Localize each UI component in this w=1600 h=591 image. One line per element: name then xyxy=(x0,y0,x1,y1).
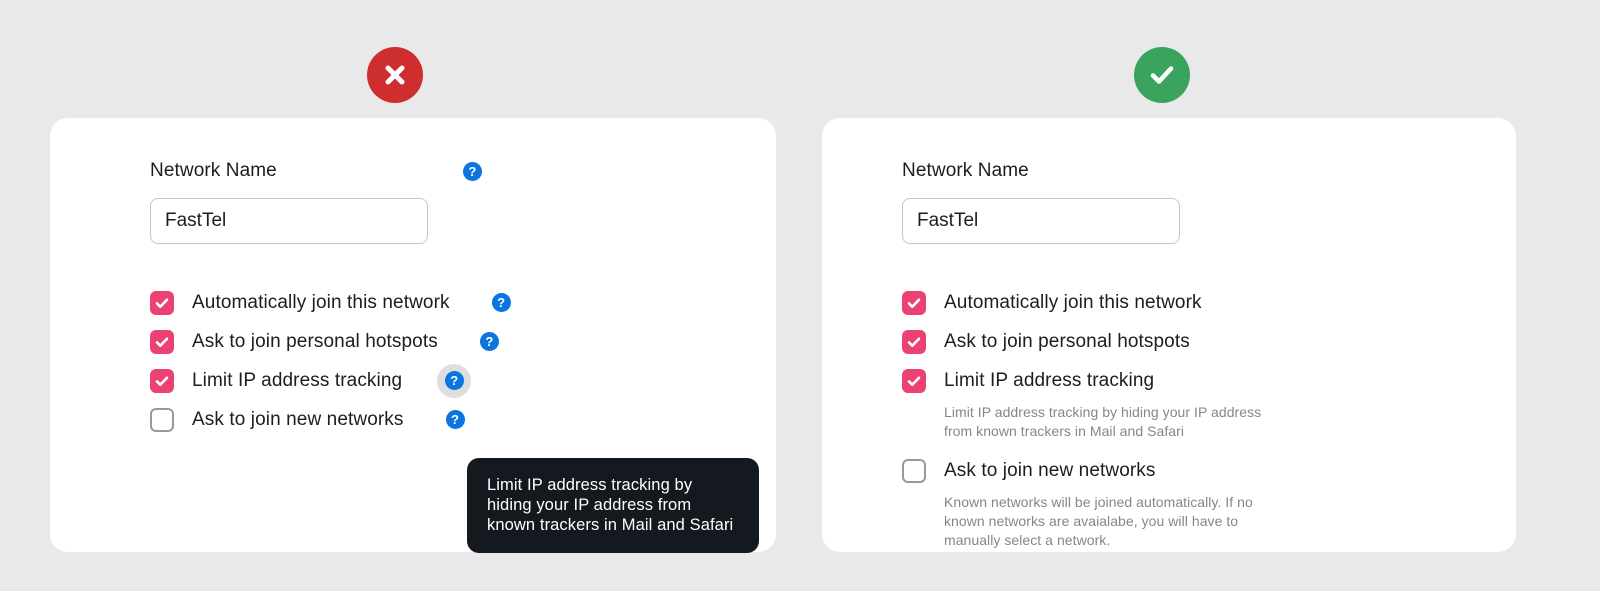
checkbox-auto-join[interactable] xyxy=(902,290,926,315)
checkbox-row-new-networks[interactable]: Ask to join new networks ? xyxy=(150,400,776,439)
bad-example-card: Network Name ? FastTel Automatically joi… xyxy=(50,118,776,553)
checkbox-label: Automatically join this network xyxy=(192,291,450,313)
question-mark-icon[interactable]: ? xyxy=(444,371,464,390)
check-circle-icon xyxy=(1134,47,1190,103)
question-mark-icon[interactable]: ? xyxy=(445,410,465,429)
checkbox-label: Ask to join new networks xyxy=(192,408,404,430)
network-name-label: Network Name xyxy=(150,160,277,181)
network-name-input[interactable]: FastTel xyxy=(902,198,1180,244)
checkbox-label: Ask to join personal hotspots xyxy=(944,330,1190,352)
checkbox-row-new-networks[interactable]: Ask to join new networks xyxy=(902,451,1516,490)
limit-ip-tracking-description: Limit IP address tracking by hiding your… xyxy=(944,404,1262,439)
checkbox-row-limit-ip-tracking[interactable]: Limit IP address tracking ? xyxy=(150,361,776,400)
checkbox-label: Limit IP address tracking xyxy=(192,369,403,391)
network-name-input[interactable]: FastTel xyxy=(150,198,428,244)
checkbox-label: Automatically join this network xyxy=(944,291,1202,313)
personal-hotspots-help-wrap[interactable]: ? xyxy=(479,332,499,351)
new-networks-help-wrap[interactable]: ? xyxy=(445,410,465,429)
network-name-help-wrap[interactable]: ? xyxy=(462,161,482,181)
cross-circle-icon xyxy=(367,47,423,103)
checkbox-personal-hotspots[interactable] xyxy=(150,329,174,354)
checkbox-label: Limit IP address tracking xyxy=(944,369,1155,391)
network-name-field-group: Network Name xyxy=(902,160,1516,182)
question-mark-icon[interactable]: ? xyxy=(479,332,499,351)
question-mark-icon[interactable]: ? xyxy=(491,293,511,312)
checkbox-row-limit-ip-tracking[interactable]: Limit IP address tracking xyxy=(902,361,1516,400)
checkbox-row-auto-join[interactable]: Automatically join this network ? xyxy=(150,283,776,322)
checkbox-auto-join[interactable] xyxy=(150,290,174,315)
checkbox-limit-ip-tracking[interactable] xyxy=(150,368,174,393)
limit-ip-tracking-help-wrap[interactable]: ? xyxy=(437,363,472,398)
checkbox-label: Ask to join personal hotspots xyxy=(192,330,438,352)
checkbox-new-networks[interactable] xyxy=(150,407,174,432)
checkbox-personal-hotspots[interactable] xyxy=(902,329,926,354)
checkbox-new-networks[interactable] xyxy=(902,458,926,483)
network-name-label: Network Name xyxy=(902,160,1029,181)
checkbox-row-auto-join[interactable]: Automatically join this network xyxy=(902,283,1516,322)
comparison-canvas: Network Name ? FastTel Automatically joi… xyxy=(0,0,1600,591)
checkbox-row-personal-hotspots[interactable]: Ask to join personal hotspots ? xyxy=(150,322,776,361)
checkbox-row-personal-hotspots[interactable]: Ask to join personal hotspots xyxy=(902,322,1516,361)
help-tooltip: Limit IP address tracking by hiding your… xyxy=(467,458,759,553)
checkbox-label: Ask to join new networks xyxy=(944,459,1156,481)
good-options-list: Automatically join this network Ask to j… xyxy=(902,283,1516,550)
checkbox-limit-ip-tracking[interactable] xyxy=(902,368,926,393)
new-networks-description: Known networks will be joined automatica… xyxy=(944,494,1253,548)
good-example-card: Network Name FastTel Automatically join … xyxy=(822,118,1516,552)
network-name-field-group: Network Name ? xyxy=(150,160,776,182)
bad-options-list: Automatically join this network ? Ask to… xyxy=(150,283,776,439)
question-mark-icon[interactable]: ? xyxy=(462,161,482,181)
auto-join-help-wrap[interactable]: ? xyxy=(491,293,511,312)
